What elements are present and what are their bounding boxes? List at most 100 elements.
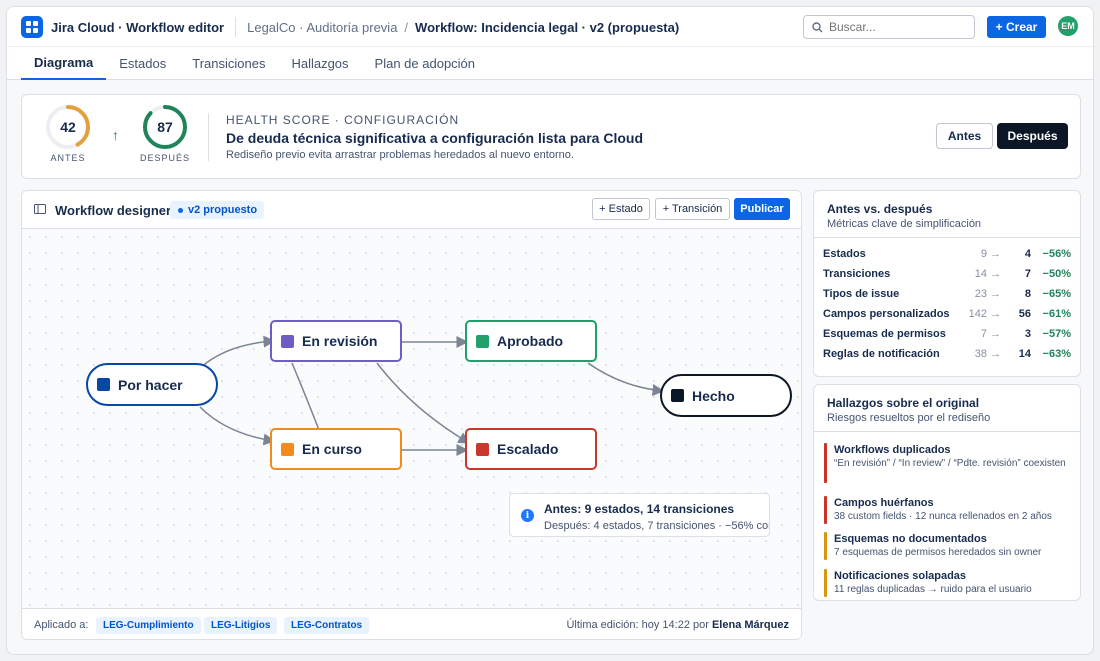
arrow-right-icon: →: [990, 268, 1001, 280]
gauge-before: 42 ANTES: [38, 104, 98, 163]
finding-name: Workflows duplicados: [834, 444, 951, 456]
project-tag[interactable]: LEG-Contratos: [284, 617, 370, 634]
metric-delta: −65%: [1042, 288, 1071, 300]
edge-todo-review[interactable]: [199, 335, 276, 369]
user-avatar[interactable]: EM: [1058, 16, 1078, 36]
arrow-right-icon: →: [990, 248, 1001, 260]
state-node-done[interactable]: Hecho: [660, 374, 792, 417]
state-color-swatch: [476, 442, 489, 456]
tab-diagrama[interactable]: Diagrama: [21, 47, 107, 80]
severity-bar: [824, 496, 827, 524]
finding-item[interactable]: Campos huérfanos 38 custom fields · 12 n…: [824, 496, 1072, 524]
metric-delta: −57%: [1042, 328, 1071, 340]
edge-todo-inprogress[interactable]: [199, 406, 276, 446]
edge-approved-done[interactable]: [587, 362, 665, 396]
metric-before: 142: [968, 308, 987, 320]
divider: [235, 17, 237, 37]
metric-after: 3: [1024, 328, 1031, 340]
metric-before: 38: [974, 348, 987, 360]
metric-name: Estados: [823, 248, 866, 260]
metrics-subtitle: Métricas clave de simplificación: [827, 218, 982, 230]
metric-row: Esquemas de permisos 7 → 3 −57%: [823, 325, 1071, 345]
state-node-review[interactable]: En revisión: [270, 320, 402, 362]
metric-row: Tipos de issue 23 → 8 −65%: [823, 285, 1071, 305]
metric-after: 4: [1024, 248, 1031, 260]
state-node-approved[interactable]: Aprobado: [465, 320, 597, 362]
state-node-inprogress[interactable]: En curso: [270, 428, 402, 470]
add-transition-button[interactable]: + Transición: [655, 198, 730, 220]
metric-before: 9: [980, 248, 987, 260]
search-input[interactable]: [829, 20, 959, 34]
toggle-before-button[interactable]: Antes: [936, 123, 993, 149]
version-badge: v2 propuesto: [170, 201, 265, 219]
app-title: Jira Cloud · Workflow editor: [51, 19, 225, 35]
health-subtitle: Rediseño previo evita arrastrar problema…: [226, 149, 574, 161]
designer-title: Workflow designer: [55, 203, 172, 218]
complexity-info-card: i Antes: 9 estados, 14 transiciones Desp…: [509, 493, 770, 537]
edge-review-inprogress[interactable]: [291, 362, 320, 431]
designer-footer: Aplicado a: LEG-Cumplimiento LEG-Litigio…: [22, 608, 801, 639]
findings-title: Hallazgos sobre el original: [827, 396, 980, 410]
breadcrumb-separator: /: [404, 19, 409, 35]
search-box[interactable]: [803, 15, 975, 39]
metric-row: Estados 9 → 4 −56%: [823, 245, 1071, 265]
divider: [814, 431, 1080, 432]
last-edited: Última edición: hoy 14:22 por Elena Márq…: [566, 619, 789, 631]
arrow-right-icon: →: [990, 308, 1001, 320]
metric-name: Esquemas de permisos: [823, 328, 946, 340]
applied-label: Aplicado a:: [34, 619, 89, 631]
tab-plan-adopcion[interactable]: Plan de adopción: [362, 47, 488, 80]
metric-name: Tipos de issue: [823, 288, 900, 300]
metric-before: 23: [974, 288, 987, 300]
panel-icon: [34, 204, 46, 214]
metric-after: 14: [1018, 348, 1031, 360]
finding-item[interactable]: Workflows duplicados “En revisión” / “In…: [824, 443, 1072, 483]
breadcrumb-current: Workflow: Incidencia legal · v2 (propues…: [415, 19, 680, 35]
finding-name: Notificaciones solapadas: [834, 570, 967, 582]
last-edited-prefix: Última edición: hoy 14:22 por: [566, 619, 709, 631]
state-label: En curso: [302, 441, 362, 457]
project-tag[interactable]: LEG-Cumplimiento: [96, 617, 201, 634]
tab-estados[interactable]: Estados: [106, 47, 179, 80]
metric-name: Reglas de notificación: [823, 348, 940, 360]
project-tag[interactable]: LEG-Litigios: [204, 617, 278, 634]
state-label: Escalado: [497, 441, 559, 457]
finding-desc: 11 reglas duplicadas → ruido para el usu…: [834, 584, 1032, 595]
tab-hallazgos[interactable]: Hallazgos: [278, 47, 361, 80]
severity-bar: [824, 532, 827, 560]
state-color-swatch: [97, 378, 110, 391]
state-label: Aprobado: [497, 333, 564, 349]
state-label: En revisión: [302, 333, 378, 349]
findings-subtitle: Riesgos resueltos por el rediseño: [827, 412, 991, 424]
metric-delta: −50%: [1042, 268, 1071, 280]
gauge-after-value: 87: [157, 119, 173, 135]
info-after: Después: 4 estados, 7 transiciones · −56…: [544, 520, 769, 532]
arrow-right-icon: →: [990, 348, 1001, 360]
finding-desc: “En revisión” / “In review” / “Pdte. rev…: [834, 458, 1066, 469]
state-label: Por hacer: [118, 376, 183, 393]
tab-bar: Diagrama Estados Transiciones Hallazgos …: [7, 46, 1093, 80]
workflow-canvas[interactable]: Por hacer En revisión Aprobado En curso …: [22, 229, 801, 608]
app-logo-icon[interactable]: [21, 16, 43, 38]
create-button[interactable]: + Crear: [987, 16, 1046, 38]
publish-button[interactable]: Publicar: [734, 198, 790, 220]
metric-after: 8: [1024, 288, 1031, 300]
finding-item[interactable]: Notificaciones solapadas 11 reglas dupli…: [824, 569, 1072, 597]
toggle-after-button[interactable]: Después: [997, 123, 1068, 149]
finding-name: Esquemas no documentados: [834, 533, 987, 545]
finding-item[interactable]: Esquemas no documentados 7 esquemas de p…: [824, 532, 1072, 560]
state-color-swatch: [476, 334, 489, 348]
last-edited-user[interactable]: Elena Márquez: [712, 619, 789, 631]
add-state-button[interactable]: + Estado: [592, 198, 650, 220]
health-score-card: 42 ANTES ↑ 87 DESPUÉS HEALTH SCORE · CON…: [21, 94, 1081, 179]
metric-before: 14: [974, 268, 987, 280]
severity-bar: [824, 569, 827, 597]
transition-edges: [199, 335, 665, 456]
metric-before: 7: [980, 328, 987, 340]
state-node-escalated[interactable]: Escalado: [465, 428, 597, 470]
state-node-todo[interactable]: Por hacer: [86, 363, 218, 406]
info-before: Antes: 9 estados, 14 transiciones: [544, 502, 735, 516]
finding-desc: 7 esquemas de permisos heredados sin own…: [834, 547, 1042, 558]
tab-transiciones[interactable]: Transiciones: [179, 47, 278, 80]
breadcrumb-parent[interactable]: LegalCo · Auditoría previa: [247, 20, 397, 35]
